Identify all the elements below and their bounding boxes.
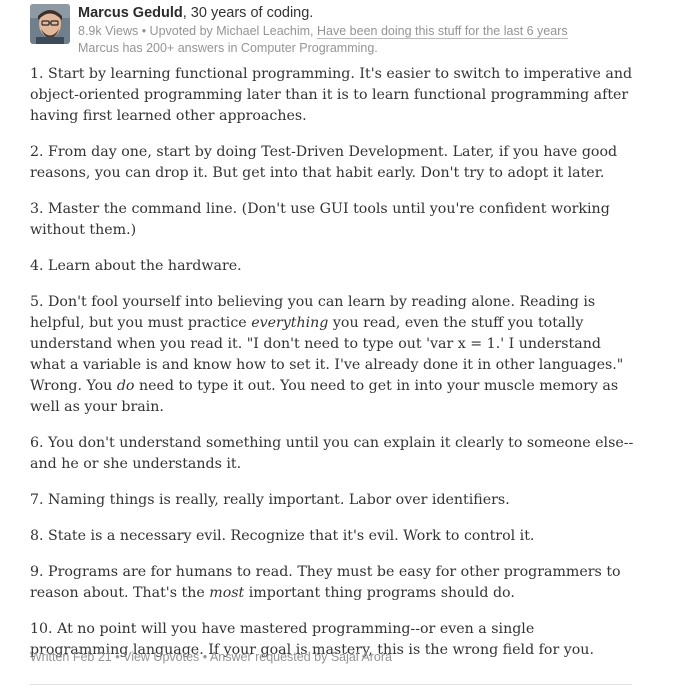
answer-requested-label: Answer requested by — [209, 650, 331, 664]
answer-paragraph-7: 7. Naming things is really, really impor… — [30, 492, 510, 508]
upvoter-name-link[interactable]: Michael Leachim, — [216, 24, 317, 38]
answer-paragraph-1: 1. Start by learning functional programm… — [30, 66, 633, 124]
p5-emphasis-do: do — [116, 378, 135, 394]
view-upvotes-link[interactable]: View Upvotes — [123, 650, 199, 664]
answer-footer: Written Feb 21 • View Upvotes • Answer r… — [30, 650, 392, 664]
answer-body: 1. Start by learning functional programm… — [30, 64, 634, 676]
upvoted-prefix: Upvoted by — [149, 24, 217, 38]
author-line: Marcus Geduld, 30 years of coding. — [78, 3, 568, 23]
avatar-photo-icon — [30, 4, 70, 44]
answer-paragraph-6: 6. You don't understand something until … — [30, 435, 634, 472]
answer-divider — [30, 684, 632, 685]
author-name-link[interactable]: Marcus Geduld — [78, 5, 183, 21]
footer-separator-2: • — [199, 650, 210, 664]
answer-paragraph-8: 8. State is a necessary evil. Recognize … — [30, 528, 535, 544]
answer-paragraph-3: 3. Master the command line. (Don't use G… — [30, 201, 610, 238]
answer-paragraph-9: 9. Programs are for humans to read. They… — [30, 562, 634, 604]
topic-answers-line[interactable]: Marcus has 200+ answers in Computer Prog… — [78, 40, 568, 57]
answer-paragraph-4: 4. Learn about the hardware. — [30, 258, 242, 274]
view-count: 8.9k Views — [78, 24, 139, 38]
author-credential: , 30 years of coding. — [182, 5, 314, 21]
author-meta: Marcus Geduld, 30 years of coding. 8.9k … — [78, 3, 568, 57]
stats-separator: • — [138, 24, 150, 38]
answer-header: Marcus Geduld, 30 years of coding. 8.9k … — [30, 3, 690, 59]
p5-emphasis-everything: everything — [251, 315, 329, 331]
p9-text-c: important thing programs should do. — [244, 585, 515, 601]
answer-paragraph-2: 2. From day one, start by doing Test-Dri… — [30, 144, 618, 181]
author-avatar[interactable] — [30, 4, 70, 44]
written-date-link[interactable]: Written Feb 21 — [30, 650, 112, 664]
upvoter-credential-link[interactable]: Have been doing this stuff for the last … — [317, 24, 568, 39]
stats-line: 8.9k Views • Upvoted by Michael Leachim,… — [78, 23, 568, 40]
footer-separator-1: • — [111, 650, 124, 664]
requester-name-link[interactable]: Sajal Arora — [331, 650, 392, 664]
p9-emphasis-most: most — [209, 585, 245, 601]
answer-paragraph-5: 5. Don't fool yourself into believing yo… — [30, 292, 634, 418]
